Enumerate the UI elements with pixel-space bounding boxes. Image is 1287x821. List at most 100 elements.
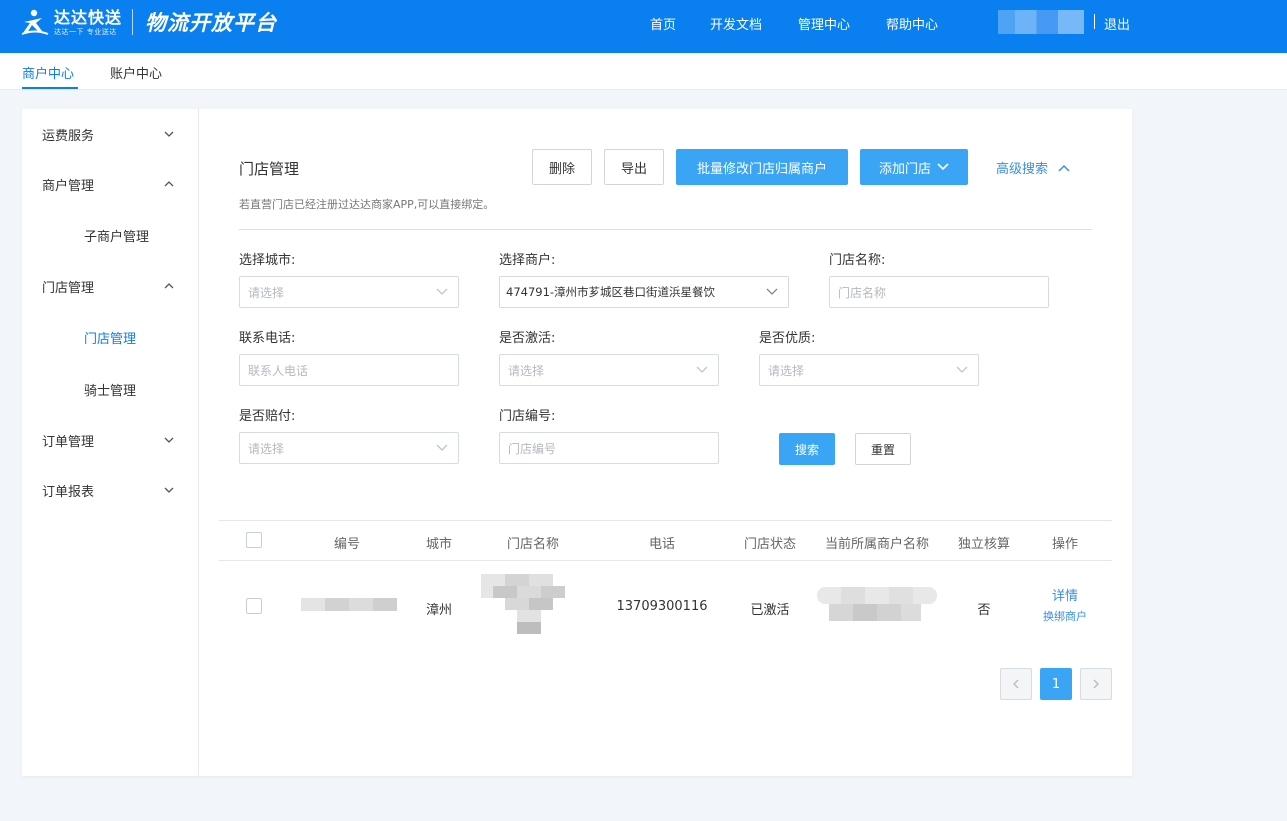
- sidebar-item-label: 子商户管理: [84, 230, 150, 245]
- chevron-down-icon: [956, 366, 968, 373]
- sidebar-item-order-report[interactable]: 订单报表: [22, 475, 198, 505]
- pagination-current-page[interactable]: 1: [1040, 668, 1072, 700]
- brand-name: 达达快送: [54, 7, 123, 27]
- top-header: 达达快送 达达一下 专业送达 物流开放平台 首页 开发文档 管理中心 帮助中心 …: [0, 0, 1287, 53]
- sidebar: 运费服务 商户管理 子商户管理 门店管理 门店管理 骑士管理 订单管理 订单报表: [22, 109, 199, 776]
- binding-hint: 若直营门店已经注册过达达商家APP,可以直接绑定。: [239, 198, 495, 211]
- city-label: 选择城市:: [239, 253, 296, 268]
- row-independent-accounting: 否: [977, 603, 991, 618]
- brand-logo[interactable]: 达达快送 达达一下 专业送达 物流开放平台: [20, 7, 277, 37]
- sidebar-item-label: 订单报表: [42, 485, 95, 500]
- add-store-button[interactable]: 添加门店: [860, 149, 968, 185]
- platform-name: 物流开放平台: [145, 11, 278, 35]
- advanced-search-toggle[interactable]: 高级搜索: [996, 158, 1070, 177]
- chevron-down-icon: [937, 163, 949, 171]
- phone-label: 联系电话:: [239, 331, 296, 346]
- chevron-left-icon: [1013, 679, 1019, 689]
- chevron-up-icon: [164, 181, 174, 187]
- sidebar-item-rider-management[interactable]: 骑士管理: [22, 374, 198, 404]
- chevron-down-icon: [436, 444, 448, 451]
- table-top-border: [219, 520, 1112, 521]
- row-detail-link[interactable]: 详情: [1052, 585, 1078, 604]
- sub-navigation: 商户中心 账户中心: [0, 53, 1287, 90]
- row-status: 已激活: [750, 603, 790, 618]
- chevron-down-icon: [696, 366, 708, 373]
- search-button[interactable]: 搜索: [779, 433, 835, 465]
- sidebar-item-sub-merchant-management[interactable]: 子商户管理: [22, 220, 198, 250]
- sidebar-item-label: 运费服务: [42, 129, 95, 144]
- merchant-label: 选择商户:: [499, 253, 556, 268]
- store-id-redacted: [301, 598, 397, 611]
- batch-modify-merchant-button[interactable]: 批量修改门店归属商户: [676, 149, 848, 185]
- advanced-search-label: 高级搜索: [996, 162, 1049, 177]
- activated-label: 是否激活:: [499, 331, 556, 346]
- reset-button[interactable]: 重置: [855, 433, 911, 465]
- column-header-independent-accounting: 独立核算: [957, 537, 1011, 552]
- quality-select[interactable]: 请选择: [759, 354, 979, 386]
- store-name-input[interactable]: 门店名称: [829, 276, 1049, 308]
- quality-label: 是否优质:: [759, 331, 816, 346]
- sidebar-item-label: 骑士管理: [84, 384, 137, 399]
- table-header-border: [219, 560, 1112, 561]
- city-select[interactable]: 请选择: [239, 276, 459, 308]
- merchant-select[interactable]: 474791-漳州市芗城区巷口街道浜星餐饮: [499, 276, 789, 308]
- tab-merchant-center[interactable]: 商户中心: [22, 63, 74, 82]
- column-header-phone: 电话: [648, 537, 676, 552]
- chevron-down-icon: [766, 288, 778, 295]
- logout-link[interactable]: 退出: [1104, 14, 1130, 33]
- compensation-select[interactable]: 请选择: [239, 432, 459, 464]
- logo-divider: [132, 9, 134, 35]
- delete-button[interactable]: 删除: [532, 149, 592, 185]
- column-header-store-status: 门店状态: [743, 537, 797, 552]
- activated-select[interactable]: 请选择: [499, 354, 719, 386]
- compensation-select-placeholder: 请选择: [248, 441, 285, 456]
- merchant-select-value: 474791-漳州市芗城区巷口街道浜星餐饮: [506, 285, 716, 299]
- sidebar-item-freight-service[interactable]: 运费服务: [22, 119, 198, 149]
- column-header-actions: 操作: [1051, 537, 1079, 552]
- phone-input[interactable]: 联系人电话: [239, 354, 459, 386]
- section-divider: [239, 229, 1092, 230]
- merchant-name-redacted: [817, 587, 937, 621]
- sidebar-item-label: 门店管理: [84, 332, 137, 347]
- brand-slogan: 达达一下 专业送达: [54, 27, 117, 36]
- dada-logo-icon: [20, 7, 50, 37]
- active-tab-indicator: [22, 87, 78, 89]
- sidebar-item-store-management[interactable]: 门店管理: [22, 322, 198, 352]
- store-name-placeholder: 门店名称: [838, 285, 887, 300]
- nav-home[interactable]: 首页: [650, 14, 676, 33]
- add-store-label: 添加门店: [878, 161, 931, 177]
- city-select-placeholder: 请选择: [248, 285, 285, 300]
- sidebar-item-order-management[interactable]: 订单管理: [22, 425, 198, 455]
- row-change-merchant-link[interactable]: 换绑商户: [1043, 608, 1087, 624]
- page-title: 门店管理: [239, 160, 300, 178]
- sidebar-item-store-management-group[interactable]: 门店管理: [22, 271, 198, 301]
- row-phone: 13709300116: [616, 599, 708, 614]
- store-no-placeholder: 门店编号: [508, 441, 557, 456]
- user-name-redacted[interactable]: [998, 10, 1084, 34]
- nav-dev-docs[interactable]: 开发文档: [710, 14, 762, 33]
- chevron-down-icon: [164, 437, 174, 443]
- pagination-prev-button[interactable]: [1000, 668, 1032, 700]
- nav-divider: [1094, 14, 1095, 29]
- column-header-merchant-name: 当前所属商户名称: [824, 537, 930, 552]
- sidebar-item-label: 门店管理: [42, 281, 95, 296]
- store-no-input[interactable]: 门店编号: [499, 432, 719, 464]
- sidebar-item-label: 商户管理: [42, 179, 95, 194]
- nav-management-center[interactable]: 管理中心: [798, 14, 850, 33]
- sidebar-item-merchant-management[interactable]: 商户管理: [22, 169, 198, 199]
- chevron-right-icon: [1093, 679, 1099, 689]
- chevron-down-icon: [164, 131, 174, 137]
- select-all-checkbox[interactable]: [246, 532, 262, 548]
- column-header-city: 城市: [425, 537, 453, 552]
- store-name-label: 门店名称:: [829, 253, 886, 268]
- phone-placeholder: 联系人电话: [248, 363, 309, 378]
- tab-account-center[interactable]: 账户中心: [110, 63, 162, 82]
- row-checkbox[interactable]: [246, 598, 262, 614]
- store-name-redacted: [481, 574, 575, 634]
- export-button[interactable]: 导出: [604, 149, 664, 185]
- pagination-next-button[interactable]: [1080, 668, 1112, 700]
- quality-select-placeholder: 请选择: [768, 363, 805, 378]
- nav-help-center[interactable]: 帮助中心: [886, 14, 938, 33]
- compensation-label: 是否赔付:: [239, 409, 296, 424]
- store-no-label: 门店编号:: [499, 409, 556, 424]
